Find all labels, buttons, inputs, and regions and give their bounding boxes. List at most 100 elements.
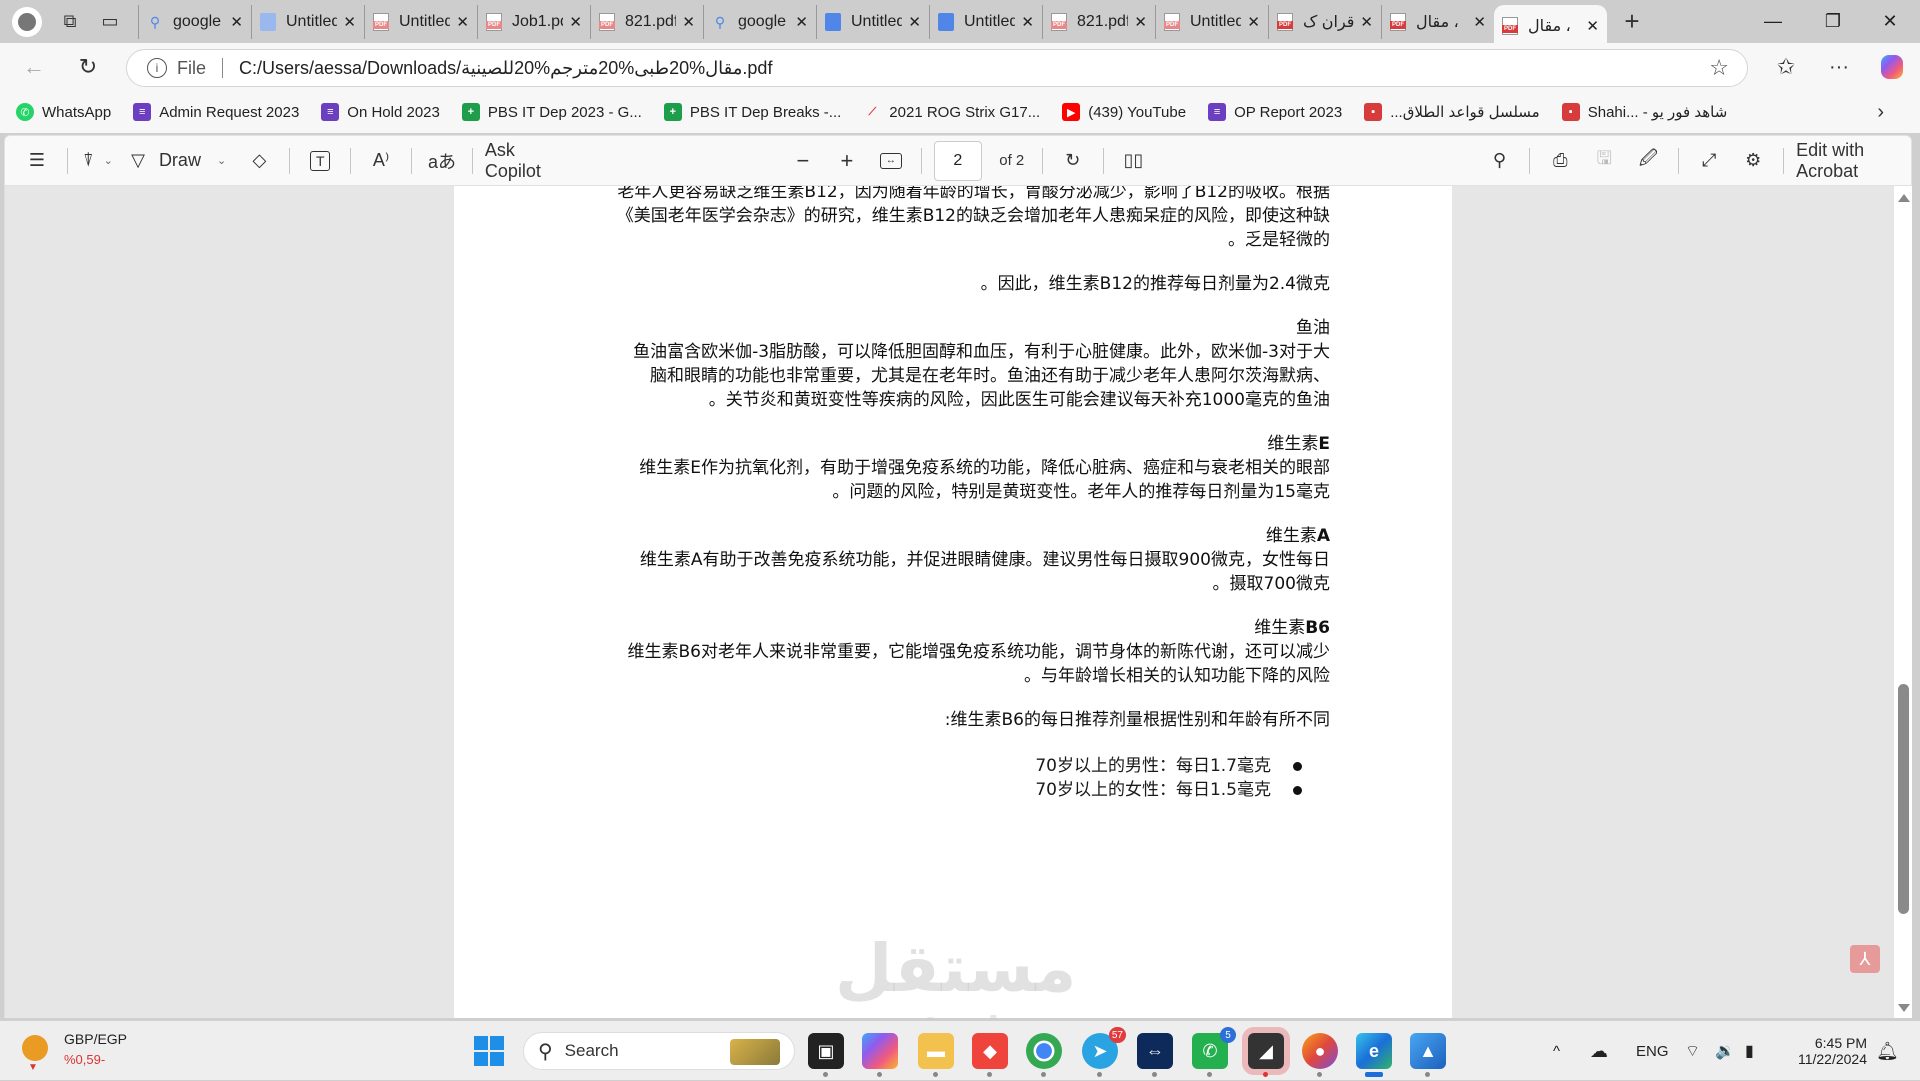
taskbar-app-anydesk[interactable]: ◆ (972, 1033, 1008, 1077)
browser-tab[interactable]: قران ک ✕ (1268, 4, 1381, 39)
save-as-button[interactable]: 🖉 (1630, 141, 1666, 181)
close-tab-icon[interactable]: ✕ (1586, 17, 1599, 35)
taskbar-search[interactable]: ⚲ Search (523, 1032, 795, 1070)
start-button[interactable] (474, 1036, 504, 1066)
taskbar-app-chrome[interactable] (1026, 1033, 1062, 1077)
bookmark-item[interactable]: ≡ Admin Request 2023 (133, 103, 299, 121)
minimize-button[interactable]: — (1745, 0, 1801, 43)
taskbar-app-edge[interactable]: e (1356, 1033, 1392, 1077)
bookmark-item[interactable]: + PBS IT Dep 2023 - G... (461, 103, 642, 121)
browser-tab[interactable]: ⚲ google ✕ (138, 4, 251, 39)
onedrive-icon[interactable]: ☁ (1590, 1021, 1608, 1081)
close-tab-icon[interactable]: ✕ (1021, 13, 1034, 31)
rotate-button[interactable]: ↻ (1055, 141, 1091, 181)
taskbar-app-copilot[interactable] (862, 1033, 898, 1077)
browser-tab[interactable]: Untitled ✕ (1155, 4, 1268, 39)
find-button[interactable]: ⚲ (1481, 141, 1517, 181)
scrollbar-thumb[interactable] (1898, 683, 1909, 914)
chevron-down-icon[interactable]: ⌄ (217, 154, 226, 167)
bookmark-item[interactable]: ▪ Shahi... - شاهد فور يو (1561, 103, 1727, 121)
bookmark-item[interactable]: ✆ WhatsApp (16, 103, 111, 121)
close-window-button[interactable]: ✕ (1862, 0, 1918, 43)
back-button[interactable]: ← (18, 51, 50, 83)
highlight-button[interactable]: ⍒ ⌄ (80, 141, 116, 181)
bookmark-item[interactable]: ≡ On Hold 2023 (321, 103, 440, 121)
new-tab-button[interactable]: + (1607, 6, 1657, 37)
browser-tab[interactable]: ⚲ google ✕ (703, 4, 816, 39)
tab-actions-button[interactable]: ▭ (90, 5, 130, 39)
browser-tab[interactable]: مقال ، ✕ (1494, 4, 1607, 47)
save-button[interactable]: 🖫 (1586, 141, 1622, 181)
close-tab-icon[interactable]: ✕ (682, 13, 695, 31)
close-tab-icon[interactable]: ✕ (908, 13, 921, 31)
browser-tab[interactable]: مقال ، ✕ (1381, 4, 1494, 39)
bookmark-item[interactable]: ≡ OP Report 2023 (1208, 103, 1342, 121)
address-input[interactable]: i File C:/Users/aessa/Downloads/مقال%20ط… (126, 49, 1748, 87)
page-view-button[interactable]: ▯▯ (1115, 141, 1151, 181)
bookmark-item[interactable]: + PBS IT Dep Breaks -... (663, 103, 841, 121)
widget-title[interactable]: GBP/EGP (64, 1031, 127, 1047)
bookmarks-overflow-chevron-icon[interactable]: › (1877, 101, 1884, 124)
zoom-in-button[interactable]: + (829, 141, 865, 181)
fullscreen-button[interactable]: ⤢ (1691, 141, 1727, 181)
translate-button[interactable]: aあ (424, 141, 460, 181)
language-indicator[interactable]: ENG (1636, 1021, 1669, 1081)
taskbar-app-photos[interactable]: ▲ (1410, 1033, 1446, 1077)
scroll-down-arrow-icon[interactable] (1898, 1004, 1910, 1012)
bookmark-item[interactable]: ▪ مسلسل قواعد الطلاق... (1364, 103, 1540, 121)
acrobat-logo-icon[interactable]: ⅄ (1850, 945, 1880, 973)
close-tab-icon[interactable]: ✕ (1247, 13, 1260, 31)
settings-more-button[interactable]: ··· (1823, 51, 1855, 83)
clock[interactable]: 6:45 PM 11/22/2024 (1785, 1021, 1867, 1081)
taskbar-app-teamviewer[interactable]: ⇔ (1137, 1033, 1173, 1077)
volume-icon[interactable]: 🔉 (1715, 1021, 1735, 1081)
close-tab-icon[interactable]: ✕ (795, 13, 808, 31)
browser-tab[interactable]: Untitled ✕ (816, 4, 929, 39)
taskbar-app-task-view[interactable]: ▣ (808, 1033, 844, 1077)
browser-tab[interactable]: Untitled ✕ (364, 4, 477, 39)
pdf-settings-button[interactable]: ⚙ (1735, 141, 1771, 181)
taskbar-app-telegram[interactable]: ➤ 57 (1082, 1027, 1126, 1077)
draw-button[interactable]: ▽ Draw ⌄ (131, 141, 226, 181)
url-text[interactable]: C:/Users/aessa/Downloads/مقال%20طبى%20مت… (239, 58, 772, 79)
close-tab-icon[interactable]: ✕ (343, 13, 356, 31)
page-number-input[interactable] (933, 140, 982, 181)
maximize-button[interactable]: ❐ (1805, 0, 1861, 43)
info-icon[interactable]: i (147, 58, 167, 78)
vertical-scrollbar[interactable] (1894, 186, 1912, 1018)
favorite-star-icon[interactable]: ☆ (1709, 55, 1729, 81)
read-aloud-button[interactable]: A⁾ (363, 141, 399, 181)
show-hidden-icons-button[interactable]: ^ (1553, 1021, 1560, 1081)
profile-avatar[interactable] (12, 6, 42, 37)
bookmark-item[interactable]: ▶ (439) YouTube (1062, 103, 1186, 121)
close-tab-icon[interactable]: ✕ (230, 13, 243, 31)
ask-copilot-button[interactable]: Ask Copilot (485, 140, 563, 181)
copilot-button[interactable] (1876, 51, 1908, 83)
print-button[interactable]: ⎙ (1542, 141, 1578, 181)
close-tab-icon[interactable]: ✕ (1134, 13, 1147, 31)
taskbar-app-avast-secure-browser[interactable]: ● (1302, 1033, 1338, 1077)
battery-icon[interactable]: ▮ (1745, 1021, 1754, 1081)
taskbar-app-file-explorer[interactable]: ▬ (918, 1033, 954, 1077)
close-tab-icon[interactable]: ✕ (456, 13, 469, 31)
taskbar-app-sticky-notes[interactable]: ◢ (1242, 1027, 1290, 1077)
scroll-up-arrow-icon[interactable] (1898, 194, 1910, 202)
erase-button[interactable]: ◇ (241, 141, 277, 181)
refresh-button[interactable]: ↻ (72, 51, 104, 83)
edit-with-acrobat-button[interactable]: Edit with Acrobat (1796, 140, 1911, 181)
favorites-button[interactable]: ✩ (1770, 51, 1802, 83)
zoom-out-button[interactable]: − (785, 141, 821, 181)
pdf-viewer[interactable]: 老年人更容易缺乏维生素B12，因为随着年龄的增长，胃酸分泌减少，影响了B12的吸… (4, 186, 1912, 1018)
wifi-icon[interactable]: ⌔ (1685, 1021, 1700, 1081)
notification-bell-icon[interactable]: 🔔︎ (1876, 1021, 1899, 1081)
fit-width-button[interactable]: ↔ (873, 141, 909, 181)
browser-tab[interactable]: Untitled ✕ (251, 4, 364, 39)
taskbar-app-whatsapp[interactable]: ✆ 5 (1192, 1027, 1236, 1077)
close-tab-icon[interactable]: ✕ (1473, 13, 1486, 31)
workspaces-button[interactable]: ⧉ (50, 5, 90, 39)
chevron-down-icon[interactable]: ⌄ (104, 154, 113, 167)
browser-tab[interactable]: Untitled ✕ (929, 4, 1042, 39)
browser-tab[interactable]: 821.pdf ✕ (590, 4, 703, 39)
add-text-button[interactable]: T (302, 141, 338, 181)
contents-button[interactable]: ☰ (19, 141, 55, 181)
